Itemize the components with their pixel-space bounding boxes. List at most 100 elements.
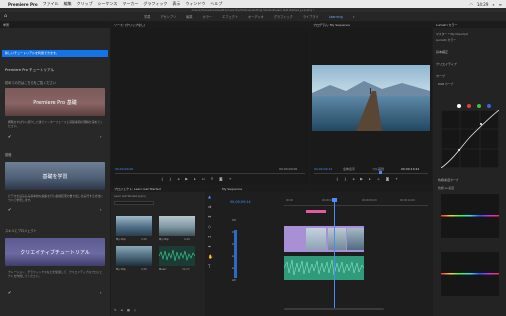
workspace-tab-effects[interactable]: エフェクト bbox=[222, 14, 238, 19]
lift-icon[interactable]: ⊥ bbox=[377, 177, 380, 181]
razor-tool-icon[interactable]: ◇ bbox=[208, 224, 214, 229]
more-workspaces-icon[interactable]: » bbox=[353, 15, 355, 19]
play-icon[interactable]: ▶ bbox=[185, 177, 188, 181]
menu-window[interactable]: ウィンドウ bbox=[185, 1, 205, 7]
insert-icon[interactable]: ⊔ bbox=[202, 177, 205, 181]
program-scrubber[interactable] bbox=[314, 173, 428, 174]
tutorial-card-basics-image[interactable]: Premiere Pro 基礎 bbox=[5, 88, 105, 116]
clip-thumbnail[interactable] bbox=[159, 216, 195, 236]
ripple-edit-icon[interactable]: ⇹ bbox=[208, 214, 214, 219]
app-name-menu[interactable]: Premiere Pro bbox=[8, 2, 38, 7]
playhead-handle[interactable] bbox=[332, 198, 337, 202]
quality-dropdown[interactable]: フル画質 bbox=[372, 167, 384, 171]
step-forward-icon[interactable]: ▸ bbox=[369, 177, 371, 181]
home-icon[interactable]: ⌂ bbox=[4, 14, 9, 19]
project-search-input[interactable] bbox=[114, 201, 154, 205]
camera-icon[interactable]: ◙ bbox=[219, 177, 222, 181]
program-playhead[interactable] bbox=[379, 171, 382, 174]
play-icon[interactable]: ▶ bbox=[360, 177, 363, 181]
type-tool-icon[interactable]: T bbox=[208, 264, 214, 269]
pen-tool-icon[interactable]: ✒ bbox=[208, 244, 214, 249]
lumetri-section-basic[interactable]: 基本補正 bbox=[436, 50, 448, 54]
menu-sequence[interactable]: シーケンス bbox=[98, 1, 118, 7]
mark-in-icon[interactable]: { bbox=[161, 177, 163, 181]
menu-graphic[interactable]: グラフィック bbox=[143, 1, 167, 7]
open-arrow-icon[interactable]: › bbox=[100, 134, 102, 139]
track-select-icon[interactable]: ⇉ bbox=[208, 204, 214, 209]
timeline-ruler[interactable]: 00;00 00;00;04;29 00;00;09;29 00;00;14;2… bbox=[284, 198, 428, 206]
channel-red-icon[interactable] bbox=[467, 104, 471, 108]
clip-thumbnail[interactable] bbox=[116, 216, 152, 236]
mark-out-icon[interactable]: } bbox=[169, 177, 171, 181]
marker-range[interactable] bbox=[306, 210, 326, 213]
add-button-icon[interactable]: + bbox=[395, 177, 398, 181]
track-a3[interactable]: A3 bbox=[232, 278, 236, 282]
pencil-icon[interactable]: ✎ bbox=[114, 308, 117, 312]
lumetri-title[interactable]: Lumetri カラー bbox=[433, 22, 506, 28]
open-arrow-icon[interactable]: › bbox=[100, 290, 102, 295]
menu-list-icon[interactable]: ≡ bbox=[499, 2, 502, 7]
workspace-tab-audio[interactable]: オーディオ bbox=[248, 14, 264, 19]
step-back-icon[interactable]: ◂ bbox=[352, 177, 354, 181]
source-patch-indicator[interactable] bbox=[234, 230, 237, 278]
add-button-icon[interactable]: + bbox=[229, 177, 232, 181]
lumetri-seq-label[interactable]: Lumetri カラー bbox=[436, 38, 456, 42]
clip-thumbnail[interactable] bbox=[116, 246, 152, 266]
track-v3[interactable]: V3 bbox=[232, 218, 236, 222]
wifi-icon[interactable]: ◠ bbox=[469, 2, 473, 7]
fit-dropdown[interactable]: 全体表示 bbox=[343, 167, 355, 171]
menu-edit[interactable]: 編集 bbox=[64, 1, 72, 7]
source-scrubber[interactable] bbox=[115, 173, 305, 174]
workspace-tab-libraries[interactable]: ライブラリ bbox=[303, 14, 319, 19]
hue-vs-sat-graph[interactable] bbox=[441, 194, 499, 238]
timeline-playhead[interactable] bbox=[334, 198, 335, 308]
menu-file[interactable]: ファイル bbox=[43, 1, 59, 7]
workspace-tab-color[interactable]: カラー bbox=[203, 14, 213, 19]
learn-panel-title[interactable]: 学習 bbox=[0, 22, 110, 28]
menu-clip[interactable]: クリップ bbox=[77, 1, 93, 7]
menu-help[interactable]: ヘルプ bbox=[210, 1, 222, 7]
program-monitor-title[interactable]: プログラム: My Sequence bbox=[310, 22, 432, 28]
lumetri-section-creative[interactable]: クリエイティブ bbox=[436, 62, 457, 66]
step-forward-icon[interactable]: ▸ bbox=[194, 177, 196, 181]
hue-sat-curves-label[interactable]: 色相/彩度カーブ bbox=[438, 178, 458, 182]
menu-view[interactable]: 表示 bbox=[172, 1, 180, 7]
tutorial-card-creative-image[interactable]: クリエイティブチュートリアル bbox=[5, 238, 105, 266]
source-timecode[interactable]: 00;00;00;00 bbox=[115, 167, 133, 171]
audio-clip[interactable] bbox=[284, 256, 364, 280]
overwrite-icon[interactable]: ⊓ bbox=[210, 177, 213, 181]
music-waveform-thumbnail[interactable] bbox=[159, 246, 195, 266]
tutorial-card-learn-basics-image[interactable]: 基礎を学習 bbox=[5, 162, 105, 190]
project-panel-title[interactable]: プロジェクト: Learn Get Started bbox=[111, 186, 205, 192]
mark-in-icon[interactable]: { bbox=[336, 177, 338, 181]
workspace-tab-assembly[interactable]: アセンブリ bbox=[160, 14, 176, 19]
channel-green-icon[interactable] bbox=[477, 104, 481, 108]
icon-view-icon[interactable]: ▦ bbox=[127, 308, 130, 312]
search-icon[interactable]: ⌕ bbox=[492, 2, 494, 7]
step-back-icon[interactable]: ◂ bbox=[177, 177, 179, 181]
open-arrow-icon[interactable]: › bbox=[100, 207, 102, 212]
freeform-view-icon[interactable]: ◇ bbox=[134, 308, 136, 312]
rgb-curve-graph[interactable] bbox=[441, 110, 499, 168]
workspace-tab-learning[interactable]: Learning bbox=[329, 15, 343, 19]
timeline-zoom-scrollbar[interactable] bbox=[284, 308, 384, 310]
channel-white-icon[interactable] bbox=[457, 104, 461, 108]
new-tutorials-banner[interactable]: 新しいチュートリアルを利用できます。 bbox=[2, 50, 108, 57]
lumetri-section-curves[interactable]: カーブ bbox=[436, 74, 445, 78]
program-timecode[interactable]: 00;00;09;14 bbox=[314, 167, 332, 171]
workspace-tab-learn[interactable]: 学習 bbox=[144, 14, 150, 19]
timeline-title[interactable]: My Sequence bbox=[206, 186, 432, 192]
timeline-timecode[interactable]: 00;00;09;14 bbox=[230, 200, 251, 204]
list-view-icon[interactable]: ≡ bbox=[121, 308, 124, 312]
lumetri-rgb-curves[interactable]: RGB カーブ bbox=[438, 82, 453, 86]
menu-marker[interactable]: マーカー bbox=[122, 1, 138, 7]
lumetri-master-label[interactable]: マスター * My Clip.mp4 bbox=[436, 32, 468, 36]
mark-out-icon[interactable]: } bbox=[344, 177, 346, 181]
camera-icon[interactable]: ◙ bbox=[386, 177, 389, 181]
hand-tool-icon[interactable]: ✋ bbox=[208, 254, 214, 259]
channel-blue-icon[interactable] bbox=[487, 104, 491, 108]
slip-tool-icon[interactable]: ↔ bbox=[208, 234, 214, 239]
workspace-tab-edit[interactable]: 編集 bbox=[186, 14, 192, 19]
workspace-tab-graphics[interactable]: グラフィック bbox=[274, 14, 293, 19]
source-monitor-title[interactable]: ソース: (クリップなし) bbox=[111, 22, 309, 28]
